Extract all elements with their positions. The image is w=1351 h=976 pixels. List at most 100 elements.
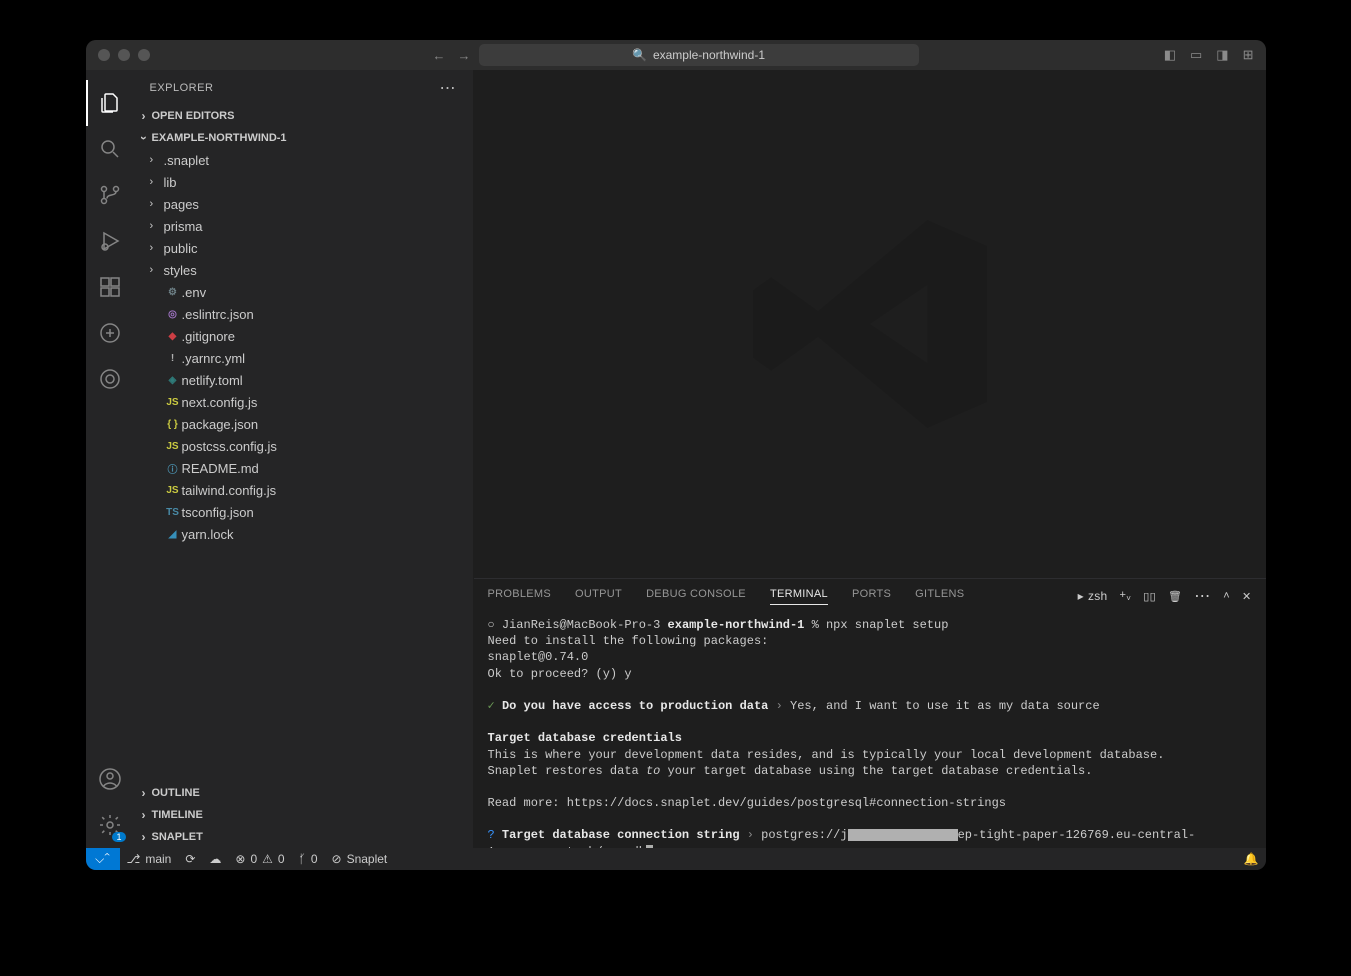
explorer-more-icon[interactable]: ⋯: [440, 78, 457, 98]
section-project[interactable]: › EXAMPLE-NORTHWIND-1: [134, 127, 473, 149]
gear-icon: ⚙: [164, 287, 182, 298]
section-snaplet[interactable]: › SNAPLET: [134, 826, 473, 848]
file-item[interactable]: { }package.json: [134, 413, 473, 435]
status-notifications[interactable]: 🔔: [1237, 852, 1266, 866]
toggle-secondary-sidebar-icon[interactable]: ◨: [1216, 47, 1228, 63]
item-label: tailwind.config.js: [182, 483, 277, 498]
file-item[interactable]: ◆.gitignore: [134, 325, 473, 347]
search-icon: [98, 137, 122, 161]
terminal-shell-select[interactable]: ▸ zsh: [1078, 589, 1108, 603]
minimize-dot-icon[interactable]: [118, 49, 130, 61]
chevron-right-icon: ›: [150, 220, 164, 232]
folder-item[interactable]: ›pages: [134, 193, 473, 215]
panel-close-icon[interactable]: ✕: [1242, 590, 1252, 603]
activity-source-control[interactable]: [86, 172, 134, 218]
tab-terminal[interactable]: TERMINAL: [770, 588, 828, 605]
command-center[interactable]: 🔍 example-northwind-1: [479, 44, 919, 66]
activity-bar: 1: [86, 70, 134, 848]
layout-customize-icon[interactable]: ⊞: [1243, 47, 1254, 63]
file-item[interactable]: ⚙.env: [134, 281, 473, 303]
bell-icon: 🔔: [1244, 852, 1259, 866]
item-label: lib: [164, 175, 177, 190]
file-item[interactable]: JSpostcss.config.js: [134, 435, 473, 457]
chevron-down-icon: ›: [137, 130, 151, 146]
file-item[interactable]: ◎.eslintrc.json: [134, 303, 473, 325]
tab-debug-console[interactable]: DEBUG CONSOLE: [646, 588, 746, 604]
cloud-icon: ☁: [209, 852, 221, 866]
folder-item[interactable]: ›prisma: [134, 215, 473, 237]
activity-snaplet[interactable]: [86, 356, 134, 402]
terminal-output[interactable]: ○ JianReis@MacBook-Pro-3 example-northwi…: [474, 613, 1266, 848]
vscode-watermark-icon: [740, 194, 1000, 454]
kill-terminal-icon[interactable]: 🗑: [1168, 590, 1182, 603]
folder-item[interactable]: ›.snaplet: [134, 149, 473, 171]
status-snaplet[interactable]: ⊘ Snaplet: [325, 852, 395, 866]
activity-run-debug[interactable]: [86, 218, 134, 264]
status-branch[interactable]: ⎇ main: [120, 852, 179, 866]
item-label: tsconfig.json: [182, 505, 254, 520]
debug-icon: [98, 229, 122, 253]
item-label: styles: [164, 263, 197, 278]
toggle-panel-icon[interactable]: ◧: [1164, 47, 1176, 63]
nav-forward-icon[interactable]: →: [458, 48, 471, 63]
activity-extensions[interactable]: [86, 264, 134, 310]
folder-item[interactable]: ›lib: [134, 171, 473, 193]
docker-icon: [98, 321, 122, 345]
section-timeline[interactable]: › TIMELINE: [134, 804, 473, 826]
exclaim-icon: !: [164, 353, 182, 364]
panel-more-icon[interactable]: ⋯: [1194, 586, 1211, 606]
activity-explorer[interactable]: [86, 80, 134, 126]
redacted-credential: [848, 829, 958, 841]
close-dot-icon[interactable]: [98, 49, 110, 61]
titlebar: ← → 🔍 example-northwind-1 ◧ ▭ ◨ ⊞: [86, 40, 1266, 70]
activity-accounts[interactable]: [86, 756, 134, 802]
status-remote[interactable]: ⌵⌃: [86, 848, 120, 870]
panel-tabs: PROBLEMS OUTPUT DEBUG CONSOLE TERMINAL P…: [474, 579, 1266, 613]
item-label: public: [164, 241, 198, 256]
tab-problems[interactable]: PROBLEMS: [488, 588, 552, 604]
panel-chevron-up-icon[interactable]: ˄: [1223, 590, 1230, 602]
item-label: next.config.js: [182, 395, 258, 410]
folder-item[interactable]: ›public: [134, 237, 473, 259]
item-label: .yarnrc.yml: [182, 351, 246, 366]
snaplet-icon: [98, 367, 122, 391]
eslint-icon: ◎: [164, 309, 182, 320]
section-open-editors[interactable]: › OPEN EDITORS: [134, 105, 473, 127]
status-ports[interactable]: ᚶ0: [292, 852, 325, 866]
activity-docker[interactable]: [86, 310, 134, 356]
nav-back-icon[interactable]: ←: [433, 48, 446, 63]
item-label: README.md: [182, 461, 259, 476]
tab-ports[interactable]: PORTS: [852, 588, 891, 604]
activity-settings[interactable]: 1: [86, 802, 134, 848]
tab-output[interactable]: OUTPUT: [575, 588, 622, 604]
item-label: .env: [182, 285, 207, 300]
section-outline[interactable]: › OUTLINE: [134, 782, 473, 804]
file-item[interactable]: ⓘREADME.md: [134, 457, 473, 479]
git-icon: ◆: [164, 331, 182, 342]
vscode-window: ← → 🔍 example-northwind-1 ◧ ▭ ◨ ⊞: [86, 40, 1266, 870]
netlify-icon-icon: ◈: [164, 375, 182, 386]
chevron-right-icon: ›: [150, 264, 164, 276]
toggle-bottom-panel-icon[interactable]: ▭: [1190, 47, 1202, 63]
file-item[interactable]: !.yarnrc.yml: [134, 347, 473, 369]
status-sync[interactable]: ⟳: [178, 852, 202, 866]
tab-gitlens[interactable]: GITLENS: [915, 588, 964, 604]
warning-icon: ⚠: [262, 852, 273, 866]
js-icon: JS: [164, 397, 182, 408]
maximize-dot-icon[interactable]: [138, 49, 150, 61]
file-item[interactable]: JStailwind.config.js: [134, 479, 473, 501]
status-problems[interactable]: ⊗0 ⚠0: [228, 852, 291, 866]
file-item[interactable]: ◢yarn.lock: [134, 523, 473, 545]
item-label: netlify.toml: [182, 373, 243, 388]
new-terminal-dropdown-icon[interactable]: +˅: [1120, 589, 1132, 603]
status-cloud[interactable]: ☁: [202, 852, 228, 866]
window-controls[interactable]: [98, 49, 150, 61]
file-item[interactable]: ◈netlify.toml: [134, 369, 473, 391]
file-item[interactable]: JSnext.config.js: [134, 391, 473, 413]
ts-icon: TS: [164, 507, 182, 518]
activity-search[interactable]: [86, 126, 134, 172]
split-terminal-icon[interactable]: ▯▯: [1143, 590, 1156, 603]
editor-area: [474, 70, 1266, 578]
file-item[interactable]: TStsconfig.json: [134, 501, 473, 523]
folder-item[interactable]: ›styles: [134, 259, 473, 281]
